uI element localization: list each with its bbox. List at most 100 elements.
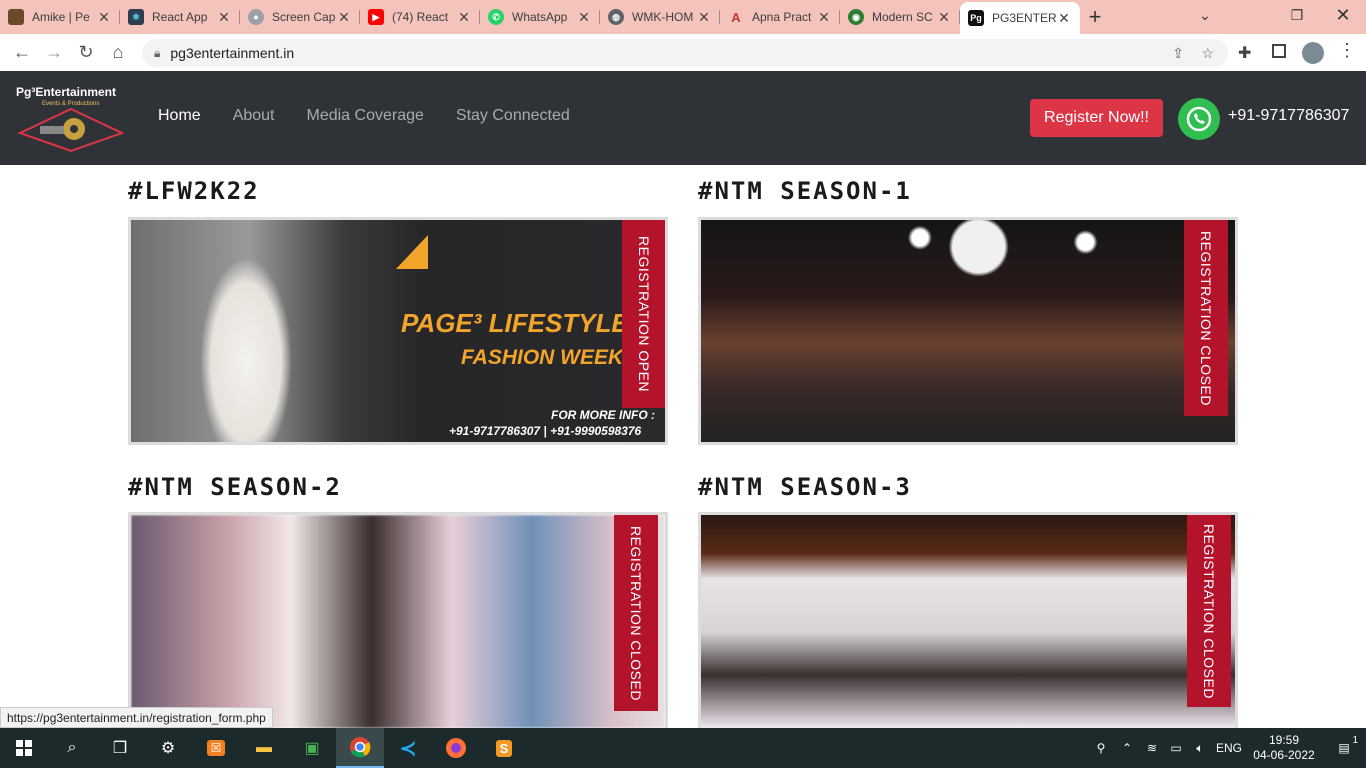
register-now-button[interactable]: Register Now!! bbox=[1030, 99, 1163, 137]
settings-gear-icon[interactable]: ⚙ bbox=[144, 728, 192, 768]
tab-title: Screen Cap bbox=[272, 10, 336, 24]
banner-info-label: FOR MORE INFO : bbox=[551, 408, 655, 422]
menu-media-coverage[interactable]: Media Coverage bbox=[307, 107, 424, 125]
bookmark-star-icon[interactable]: ☆ bbox=[1201, 45, 1214, 62]
tab-title: Amike | Pe bbox=[32, 10, 90, 24]
triangle-accent-icon bbox=[396, 235, 428, 269]
tab-title: Apna Pract bbox=[752, 10, 812, 24]
forward-icon[interactable]: → bbox=[38, 37, 70, 69]
browser-tab[interactable]: ◉ Modern SC ✕ bbox=[840, 0, 960, 34]
menu-stay-connected[interactable]: Stay Connected bbox=[456, 107, 570, 125]
profile-avatar[interactable] bbox=[1302, 42, 1324, 64]
windows-start-icon[interactable] bbox=[0, 728, 48, 768]
volume-icon[interactable]: 🔈︎ bbox=[1188, 741, 1212, 756]
input-language[interactable]: ENG bbox=[1212, 741, 1246, 755]
browser-tab-active[interactable]: Pg PG3ENTER ✕ bbox=[960, 2, 1080, 34]
event-card-lfw2k22[interactable]: PAGE³ LIFESTYLE FASHION WEEK FOR MORE IN… bbox=[128, 217, 668, 445]
home-icon[interactable]: ⌂ bbox=[102, 37, 134, 69]
tab-title: WMK-HOM bbox=[632, 10, 694, 24]
system-tray: ⚲ ⌃ ≋ ▭ 🔈︎ ENG 19:59 04-06-2022 ▤ 1 bbox=[1088, 728, 1366, 768]
event-card-ntm-season-1[interactable]: REGISTRATION CLOSED bbox=[698, 217, 1238, 445]
clock-date: 04-06-2022 bbox=[1253, 748, 1315, 762]
screen-capture-icon: ● bbox=[248, 9, 264, 25]
sublime-text-icon[interactable]: S bbox=[480, 728, 528, 768]
close-tab-icon[interactable]: ✕ bbox=[1056, 10, 1072, 27]
new-tab-icon[interactable]: + bbox=[1080, 0, 1110, 34]
tab-title: (74) React bbox=[392, 10, 449, 24]
main-menu: Home About Media Coverage Stay Connected bbox=[158, 107, 570, 125]
browser-tab[interactable]: ◍ WMK-HOM ✕ bbox=[600, 0, 720, 34]
browser-tab[interactable]: Amike | Pe ✕ bbox=[0, 0, 120, 34]
tab-search-icon[interactable]: ⌄ bbox=[1182, 0, 1228, 30]
notifications-icon[interactable]: ▤ 1 bbox=[1322, 735, 1366, 755]
close-tab-icon[interactable]: ✕ bbox=[96, 9, 112, 26]
close-tab-icon[interactable]: ✕ bbox=[456, 9, 472, 26]
browser-tab[interactable]: ✆ WhatsApp ✕ bbox=[480, 0, 600, 34]
restore-window-icon[interactable]: ❐ bbox=[1274, 0, 1320, 30]
event-group-photo bbox=[131, 515, 665, 728]
registration-status-ribbon: REGISTRATION CLOSED bbox=[1187, 515, 1231, 707]
browser-tab-strip: Amike | Pe ✕ ⚛ React App ✕ ● Screen Cap ✕ ▶ (7… bbox=[0, 0, 1366, 34]
site-logo[interactable]: Pg³Entertainment Events & Productions bbox=[14, 85, 128, 155]
registration-status-ribbon: REGISTRATION OPEN bbox=[622, 220, 665, 408]
extensions-icon[interactable]: ✚ bbox=[1238, 43, 1251, 63]
menu-kebab-icon[interactable]: ⋮ bbox=[1338, 40, 1356, 61]
whatsapp-icon[interactable] bbox=[1178, 98, 1220, 140]
file-explorer-icon[interactable]: ▬ bbox=[240, 728, 288, 768]
banner-title: PAGE³ LIFESTYLE bbox=[401, 308, 629, 338]
close-tab-icon[interactable]: ✕ bbox=[216, 9, 232, 26]
tab-title: PG3ENTER bbox=[992, 11, 1056, 25]
side-panel-icon[interactable] bbox=[1272, 44, 1286, 58]
app-installer-icon[interactable]: ▣ bbox=[288, 728, 336, 768]
close-tab-icon[interactable]: ✕ bbox=[576, 9, 592, 26]
banner-subtitle: FASHION WEEK bbox=[461, 346, 624, 369]
people-icon[interactable]: ⚲ bbox=[1088, 741, 1114, 755]
xampp-icon[interactable]: ☒ bbox=[192, 728, 240, 768]
vscode-icon[interactable]: ≺ bbox=[384, 728, 432, 768]
notification-count: 1 bbox=[1352, 735, 1358, 746]
model-figure bbox=[201, 260, 291, 442]
clock[interactable]: 19:59 04-06-2022 bbox=[1246, 733, 1322, 763]
close-tab-icon[interactable]: ✕ bbox=[816, 9, 832, 26]
firefox-icon[interactable] bbox=[432, 728, 480, 768]
task-view-icon[interactable]: ❒ bbox=[96, 728, 144, 768]
battery-icon[interactable]: ▭ bbox=[1164, 741, 1188, 755]
browser-tab[interactable]: ⚛ React App ✕ bbox=[120, 0, 240, 34]
tab-favicon-icon bbox=[8, 9, 24, 25]
event-card-ntm-season-2[interactable]: REGISTRATION CLOSED bbox=[128, 512, 668, 728]
contact-phone[interactable]: +91-9717786307 bbox=[1228, 107, 1349, 125]
status-link-preview: https://pg3entertainment.in/registration… bbox=[0, 707, 273, 728]
react-icon: ⚛ bbox=[128, 9, 144, 25]
address-bar[interactable]: 🔒︎ pg3entertainment.in ⇪ ☆ bbox=[142, 39, 1228, 67]
menu-home[interactable]: Home bbox=[158, 107, 201, 125]
browser-tab[interactable]: A Apna Pract ✕ bbox=[720, 0, 840, 34]
search-icon[interactable]: ⌕ bbox=[48, 728, 96, 768]
show-hidden-icons-icon[interactable]: ⌃ bbox=[1114, 741, 1140, 755]
film-reel-logo-icon bbox=[17, 107, 125, 153]
close-tab-icon[interactable]: ✕ bbox=[336, 9, 352, 26]
event-group-photo bbox=[701, 220, 1235, 442]
event-group-photo bbox=[701, 515, 1235, 728]
browser-tab[interactable]: ▶ (74) React ✕ bbox=[360, 0, 480, 34]
url-text: pg3entertainment.in bbox=[170, 45, 295, 61]
event-card-ntm-season-3[interactable]: REGISTRATION CLOSED bbox=[698, 512, 1238, 728]
windows-taskbar: ⌕ ❒ ⚙ ☒ ▬ ▣ ≺ S ⚲ ⌃ ≋ ▭ 🔈︎ ENG 19:59 04-… bbox=[0, 728, 1366, 768]
event-heading: #NTM SEASON-1 bbox=[698, 177, 912, 205]
tab-title: WhatsApp bbox=[512, 10, 568, 24]
share-icon[interactable]: ⇪ bbox=[1172, 45, 1184, 62]
menu-about[interactable]: About bbox=[233, 107, 275, 125]
browser-tab[interactable]: ● Screen Cap ✕ bbox=[240, 0, 360, 34]
registration-status-ribbon: REGISTRATION CLOSED bbox=[614, 515, 658, 711]
reload-icon[interactable]: ↻ bbox=[70, 37, 102, 69]
browser-toolbar: ← → ↻ ⌂ 🔒︎ pg3entertainment.in ⇪ ☆ ✚ ⋮ bbox=[0, 34, 1366, 71]
back-icon[interactable]: ← bbox=[6, 37, 38, 69]
chrome-icon[interactable] bbox=[336, 728, 384, 768]
close-tab-icon[interactable]: ✕ bbox=[696, 9, 712, 26]
wifi-icon[interactable]: ≋ bbox=[1140, 741, 1164, 755]
banner-phones: +91-9717786307 | +91-9990598376 bbox=[449, 424, 642, 438]
tab-title: Modern SC bbox=[872, 10, 933, 24]
close-tab-icon[interactable]: ✕ bbox=[936, 9, 952, 26]
whatsapp-icon: ✆ bbox=[488, 9, 504, 25]
close-window-icon[interactable]: ✕ bbox=[1320, 0, 1366, 30]
site-navbar: Pg³Entertainment Events & Productions Ho… bbox=[0, 71, 1366, 165]
